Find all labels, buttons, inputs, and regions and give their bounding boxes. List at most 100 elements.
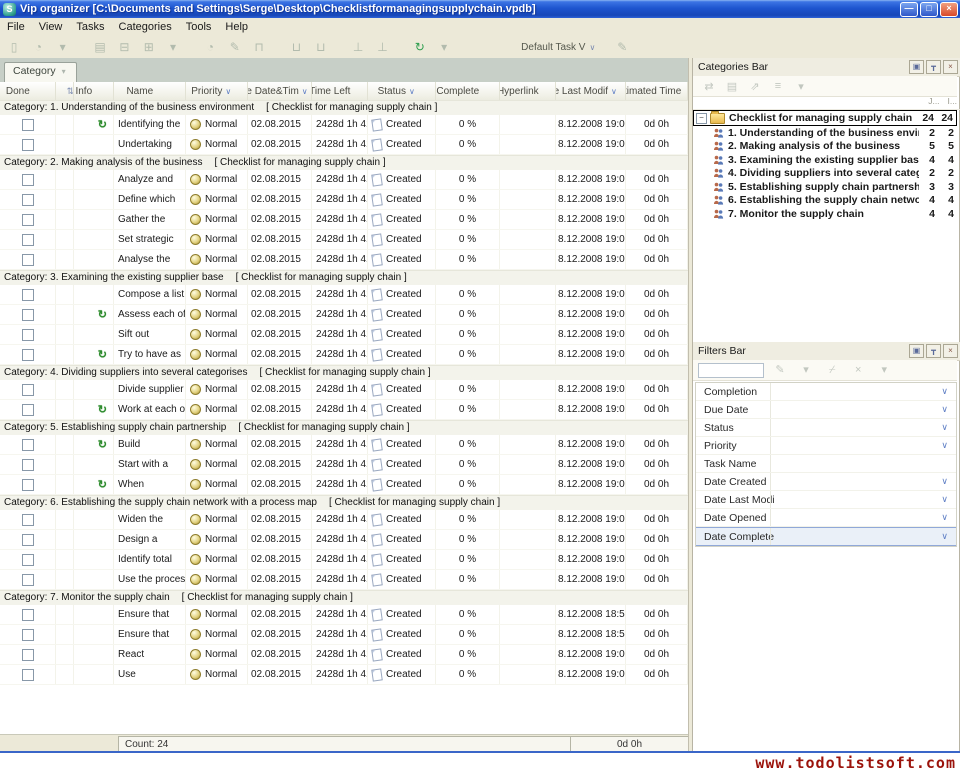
menu-item[interactable]: Categories <box>112 20 179 34</box>
done-checkbox[interactable] <box>22 534 34 546</box>
column-header[interactable]: ue Date&Tim ∨ ⇅ <box>248 82 312 100</box>
filter-row[interactable]: Date Created ∨ <box>696 473 956 491</box>
pin-icon[interactable]: ┳ <box>926 344 941 358</box>
tree-category-row[interactable]: 7. Monitor the supply chain 4 4 <box>693 207 957 221</box>
task-row[interactable]: ↻ Undertaking Normal 02.08.2015 2428d 1h… <box>0 135 688 155</box>
task-row[interactable]: ↻ Assess each of Normal 02.08.2015 2428d… <box>0 305 688 325</box>
done-checkbox[interactable] <box>22 119 34 131</box>
category-group-row[interactable]: Category: 7. Monitor the supply chain [ … <box>0 590 688 605</box>
toolbar-icon[interactable]: ✎ <box>228 40 242 54</box>
column-header[interactable]: Status ∨ ⇅ <box>368 82 436 100</box>
filter-row[interactable]: Due Date ∨ <box>696 401 956 419</box>
done-checkbox[interactable] <box>22 289 34 301</box>
task-row[interactable]: ↻ Try to have as Normal 02.08.2015 2428d… <box>0 345 688 365</box>
column-header[interactable]: Name ∨ ⇅ <box>114 82 186 100</box>
filter-toolbar-icon[interactable]: ⌿ <box>825 364 839 377</box>
filter-row[interactable]: Date Opened ∨ <box>696 509 956 527</box>
toolbar-icon[interactable]: ⊟ <box>117 40 131 54</box>
chevron-down-icon[interactable]: ∨ <box>941 531 948 542</box>
toolbar-icon[interactable]: ↻ <box>413 40 427 54</box>
done-checkbox[interactable] <box>22 609 34 621</box>
toolbar-icon[interactable]: ◔ <box>203 40 217 54</box>
toolbar-icon[interactable]: ▯ <box>7 40 21 54</box>
done-checkbox[interactable] <box>22 194 34 206</box>
sort-chevron-icon[interactable]: ∨ <box>409 87 415 96</box>
task-row[interactable]: ↻ Widen the Normal 02.08.2015 2428d 1h 4… <box>0 510 688 530</box>
restore-panel-icon[interactable]: ▣ <box>909 60 924 74</box>
task-row[interactable]: ↻ Set strategic Normal 02.08.2015 2428d … <box>0 230 688 250</box>
task-row[interactable]: ↻ Define which Normal 02.08.2015 2428d 1… <box>0 190 688 210</box>
column-header[interactable]: Done ∨ ⇅ <box>0 82 56 100</box>
chevron-down-icon[interactable]: ∨ <box>941 494 948 505</box>
done-checkbox[interactable] <box>22 139 34 151</box>
task-row[interactable]: ↻ Compose a list Normal 02.08.2015 2428d… <box>0 285 688 305</box>
categories-toolbar-icon[interactable]: ⇗ <box>748 80 762 93</box>
menu-item[interactable]: View <box>32 20 70 34</box>
sort-chevron-icon[interactable]: ∨ <box>611 87 617 96</box>
tree-root-row[interactable]: − Checklist for managing supply chain 24… <box>693 110 957 126</box>
done-checkbox[interactable] <box>22 329 34 341</box>
filter-toolbar-icon[interactable]: × <box>851 364 865 376</box>
task-row[interactable]: ↻ Design a Normal 02.08.2015 2428d 1h 41… <box>0 530 688 550</box>
minimize-button[interactable]: — <box>900 2 918 17</box>
done-checkbox[interactable] <box>22 404 34 416</box>
done-checkbox[interactable] <box>22 554 34 566</box>
task-row[interactable]: ↻ Analyse the Normal 02.08.2015 2428d 1h… <box>0 250 688 270</box>
toolbar-icon[interactable]: ▾ <box>437 40 451 54</box>
category-group-row[interactable]: Category: 3. Examining the existing supp… <box>0 270 688 285</box>
filter-toolbar-icon[interactable]: ▾ <box>877 363 891 376</box>
toolbar-icon[interactable]: ⊞ <box>142 40 156 54</box>
categories-toolbar-icon[interactable]: ⇄ <box>702 80 716 93</box>
task-row[interactable]: ↻ Divide supplier Normal 02.08.2015 2428… <box>0 380 688 400</box>
tree-category-row[interactable]: 2. Making analysis of the business 5 5 <box>693 140 957 154</box>
done-checkbox[interactable] <box>22 309 34 321</box>
filter-row[interactable]: Completion ∨ <box>696 383 956 401</box>
done-checkbox[interactable] <box>22 439 34 451</box>
sort-chevron-icon[interactable]: ∨ <box>225 87 231 96</box>
done-checkbox[interactable] <box>22 174 34 186</box>
done-checkbox[interactable] <box>22 669 34 681</box>
task-view-selector[interactable]: Default Task V ∨ <box>521 42 595 53</box>
filter-toolbar-icon[interactable]: ✎ <box>773 363 787 376</box>
filter-row[interactable]: Task Name ∨ <box>696 455 956 473</box>
category-group-row[interactable]: Category: 1. Understanding of the busine… <box>0 100 688 115</box>
filter-search-input[interactable] <box>698 363 764 378</box>
done-checkbox[interactable] <box>22 514 34 526</box>
customize-toolbar-icon[interactable]: ✎ <box>615 40 629 54</box>
task-row[interactable]: ↻ Use Normal 02.08.2015 2428d 1h 41m Cre… <box>0 665 688 685</box>
task-row[interactable]: ↻ Build Normal 02.08.2015 2428d 1h 41m C… <box>0 435 688 455</box>
toolbar-icon[interactable]: ▾ <box>166 40 180 54</box>
task-row[interactable]: ↻ React Normal 02.08.2015 2428d 1h 41m C… <box>0 645 688 665</box>
column-header[interactable]: Info ∨ ⇅ <box>74 82 114 100</box>
maximize-button[interactable]: □ <box>920 2 938 17</box>
tree-category-row[interactable]: 5. Establishing supply chain partnership… <box>693 180 957 194</box>
toolbar-icon[interactable]: ◔ <box>31 40 45 54</box>
tree-category-row[interactable]: 6. Establishing the supply chain network… <box>693 194 957 208</box>
tree-category-row[interactable]: 4. Dividing suppliers into several categ… <box>693 167 957 181</box>
chevron-down-icon[interactable]: ∨ <box>941 404 948 415</box>
toolbar-icon[interactable]: ▾ <box>56 40 70 54</box>
categories-toolbar-icon[interactable]: ▤ <box>725 80 739 93</box>
menu-item[interactable]: Help <box>218 20 255 34</box>
collapse-icon[interactable]: − <box>696 113 707 124</box>
categories-toolbar-icon[interactable]: ≡ <box>771 80 785 92</box>
chevron-down-icon[interactable]: ∨ <box>941 422 948 433</box>
done-checkbox[interactable] <box>22 479 34 491</box>
column-header[interactable]: Hyperlink ∨ ⇅ <box>500 82 556 100</box>
filter-row[interactable]: Date Completed ∨ <box>696 527 956 546</box>
category-group-row[interactable]: Category: 6. Establishing the supply cha… <box>0 495 688 510</box>
category-group-row[interactable]: Category: 2. Making analysis of the busi… <box>0 155 688 170</box>
category-group-row[interactable]: Category: 5. Establishing supply chain p… <box>0 420 688 435</box>
filter-row[interactable]: Priority ∨ <box>696 437 956 455</box>
done-checkbox[interactable] <box>22 649 34 661</box>
close-panel-icon[interactable]: × <box>943 60 958 74</box>
task-row[interactable]: ↻ Work at each of Normal 02.08.2015 2428… <box>0 400 688 420</box>
toolbar-icon[interactable]: ▤ <box>93 40 107 54</box>
done-checkbox[interactable] <box>22 459 34 471</box>
toolbar-icon[interactable]: ⊥ <box>375 40 389 54</box>
task-row[interactable]: ↻ Identifying the Normal 02.08.2015 2428… <box>0 115 688 135</box>
done-checkbox[interactable] <box>22 234 34 246</box>
chevron-down-icon[interactable]: ∨ <box>941 440 948 451</box>
tree-category-row[interactable]: 1. Understanding of the business environ… <box>693 126 957 140</box>
menu-item[interactable]: Tasks <box>69 20 111 34</box>
